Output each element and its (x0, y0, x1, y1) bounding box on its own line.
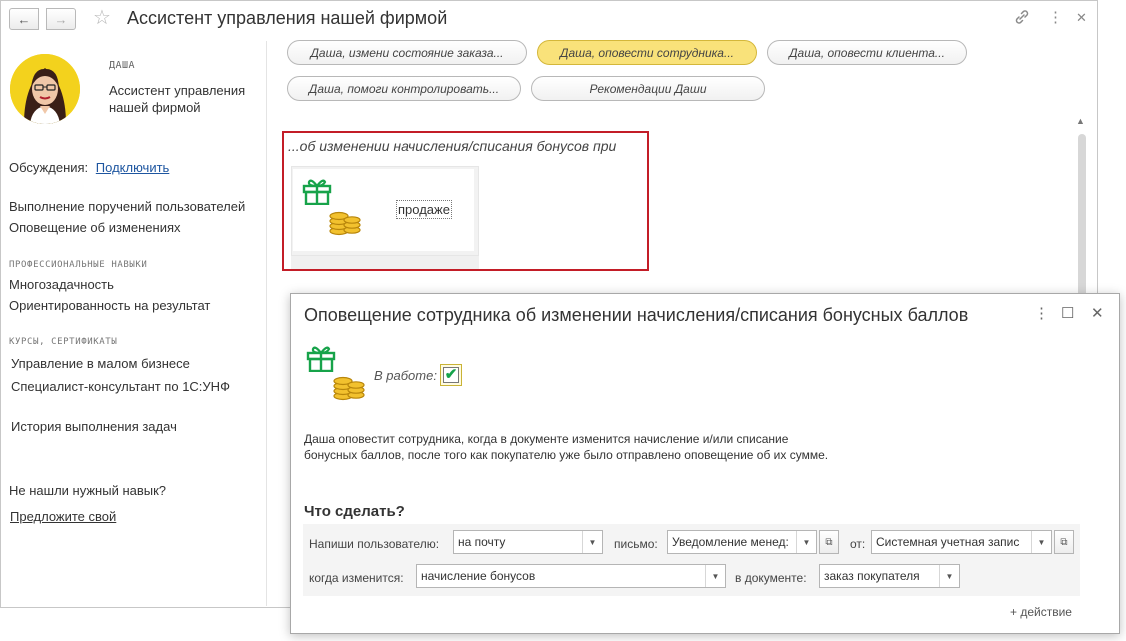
avatar (10, 54, 80, 124)
checkmark-icon: ✔ (444, 366, 458, 383)
open-icon: ⧉ (825, 536, 833, 548)
delivery-channel-select[interactable]: на почту ▼ (453, 530, 603, 554)
skill-button-help-control[interactable]: Даша, помоги контролировать... (287, 76, 521, 101)
link-icon[interactable] (1014, 9, 1030, 30)
suggest-skill-link[interactable]: Предложите свой (10, 509, 116, 524)
close-icon[interactable]: ✕ (1076, 9, 1087, 27)
letter-label: письмо: (614, 537, 658, 551)
write-user-label: Напиши пользователю: (309, 537, 440, 551)
highlight-frame (282, 131, 649, 271)
open-letter-button[interactable]: ⧉ (819, 530, 839, 554)
chevron-down-icon[interactable]: ▼ (939, 565, 959, 587)
discussions-row: Обсуждения: Подключить (9, 160, 169, 175)
document-type-select[interactable]: заказ покупателя ▼ (819, 564, 960, 588)
connect-link[interactable]: Подключить (96, 160, 170, 175)
document-type-value: заказ покупателя (824, 569, 920, 583)
arrow-right-icon: → (54, 11, 68, 27)
description-line: Даша оповестит сотрудника, когда в докум… (304, 432, 789, 446)
in-document-label: в документе: (735, 571, 807, 585)
letter-template-select[interactable]: Уведомление менед: ▼ (667, 530, 817, 554)
letter-template-value: Уведомление менед: (672, 535, 789, 549)
title-bar: ← → ☆ Ассистент управления нашей фирмой … (1, 1, 1097, 37)
favorite-star-icon[interactable]: ☆ (93, 6, 111, 30)
arrow-left-icon: ← (17, 11, 31, 27)
forward-button[interactable]: → (46, 8, 76, 30)
back-button[interactable]: ← (9, 8, 39, 30)
skill-item: Многозадачность (9, 277, 114, 292)
skill-button-change-order[interactable]: Даша, измени состояние заказа... (287, 40, 527, 65)
duty-item: Выполнение поручений пользователей (9, 199, 246, 214)
change-type-value: начисление бонусов (421, 569, 536, 583)
avatar-portrait (10, 54, 80, 124)
description-line: бонусных баллов, после того как покупате… (304, 448, 829, 462)
window-title: Ассистент управления нашей фирмой (127, 8, 448, 28)
what-to-do-heading: Что сделать? (304, 503, 405, 520)
course-item: Специалист-консультант по 1С:УНФ (11, 379, 230, 394)
chevron-down-icon[interactable]: ▼ (1031, 531, 1051, 553)
in-work-checkbox[interactable]: ✔ (440, 364, 462, 386)
notification-dialog: Оповещение сотрудника об изменении начис… (290, 293, 1120, 634)
course-item: Управление в малом бизнесе (11, 356, 190, 371)
assistant-description: Ассистент управления нашей фирмой (109, 83, 246, 115)
assistant-name: ДАША (109, 60, 136, 71)
chevron-down-icon[interactable]: ▼ (582, 531, 602, 553)
courses-heading: КУРСЫ, СЕРТИФИКАТЫ (9, 337, 118, 347)
coins-icon (333, 376, 365, 401)
chevron-down-icon[interactable]: ▼ (796, 531, 816, 553)
open-icon: ⧉ (1060, 536, 1068, 548)
dialog-description: Даша оповестит сотрудника, когда в докум… (304, 431, 864, 463)
when-changes-label: когда изменится: (309, 571, 404, 585)
change-type-select[interactable]: начисление бонусов ▼ (416, 564, 726, 588)
sender-account-select[interactable]: Системная учетная запис ▼ (871, 530, 1052, 554)
more-menu-icon[interactable]: ⋮ (1048, 9, 1063, 27)
sender-account-value: Системная учетная запис (876, 535, 1020, 549)
discussions-label: Обсуждения: (9, 160, 89, 175)
skill-button-notify-employee[interactable]: Даша, оповести сотрудника... (537, 40, 757, 65)
task-history-link[interactable]: История выполнения задач (11, 419, 177, 434)
dialog-title: Оповещение сотрудника об изменении начис… (304, 305, 969, 325)
delivery-channel-value: на почту (458, 535, 506, 549)
action-rule: Напиши пользователю: на почту ▼ письмо: … (303, 524, 1080, 596)
panel-divider (266, 41, 267, 606)
skill-button-notify-client[interactable]: Даша, оповести клиента... (767, 40, 967, 65)
skill-item: Ориентированность на результат (9, 298, 211, 313)
left-panel: ДАША Ассистент управления нашей фирмой О… (1, 37, 267, 607)
in-work-label: В работе: (374, 368, 437, 383)
open-account-button[interactable]: ⧉ (1054, 530, 1074, 554)
dialog-menu-icon[interactable]: ⋮ (1034, 305, 1049, 323)
not-found-text: Не нашли нужный навык? (9, 483, 167, 498)
dialog-close-icon[interactable]: ✕ (1091, 305, 1104, 323)
skill-button-recommendations[interactable]: Рекомендации Даши (531, 76, 765, 101)
chevron-down-icon[interactable]: ▼ (705, 565, 725, 587)
duty-item: Оповещение об изменениях (9, 220, 181, 235)
gift-icon (306, 346, 336, 372)
add-action-link[interactable]: + действие (1010, 605, 1072, 619)
from-label: от: (850, 537, 866, 551)
skills-heading: ПРОФЕССИОНАЛЬНЫЕ НАВЫКИ (9, 260, 148, 270)
maximize-icon[interactable]: ☐ (1061, 305, 1074, 323)
